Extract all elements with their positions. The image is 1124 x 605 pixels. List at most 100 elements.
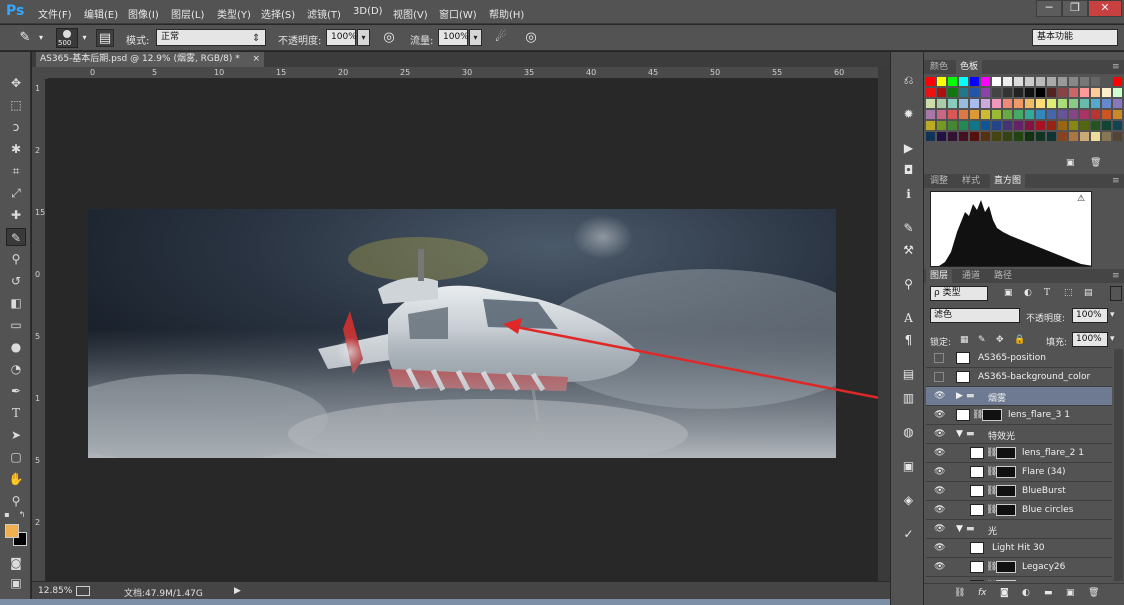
color-swatch[interactable] [970,99,979,108]
histogram-panel-menu-icon[interactable]: ≡ [1108,174,1124,188]
notes-panel-icon[interactable]: ▤ [900,366,917,383]
menu-item[interactable]: 图层(L) [171,6,204,21]
zoom-preview-icon[interactable] [76,586,90,596]
history-panel-icon[interactable]: ⎌ [900,72,917,89]
3d-panel-icon[interactable]: ◈ [900,492,917,509]
color-swatch[interactable] [1080,99,1089,108]
tab-channels[interactable]: 通道 [958,269,984,283]
color-swatch[interactable] [1091,99,1100,108]
zoom-tool-icon[interactable]: ⚲ [6,492,26,510]
swatch-panel-menu-icon[interactable]: ≡ [1108,60,1124,74]
layer-visibility-eye-icon[interactable]: 👁 [934,524,946,534]
close-window-button[interactable]: ✕ [1088,0,1122,17]
layer-opacity-input[interactable]: 100% [1072,308,1108,323]
filter-toggle[interactable] [1110,286,1122,301]
color-swatch[interactable] [970,121,979,130]
layer-visibility-eye-icon[interactable]: 👁 [934,410,946,420]
color-swatch[interactable] [1102,99,1111,108]
tab-histogram[interactable]: 直方图 [990,174,1026,188]
color-swatch[interactable] [948,77,957,86]
layer-visibility-eye-icon[interactable]: 👁 [934,486,946,496]
blur-tool-icon[interactable]: ● [6,338,26,356]
menu-item[interactable]: 编辑(E) [84,6,118,21]
color-swatch[interactable] [1003,88,1012,97]
color-swatch[interactable] [959,121,968,130]
color-swatch[interactable] [948,99,957,108]
minimize-button[interactable]: ─ [1036,0,1062,17]
layer-visibility-eye-icon[interactable] [934,353,944,363]
airbrush-icon[interactable]: ☄ [492,29,510,47]
layer-row[interactable]: AS365-background_color [926,368,1112,387]
color-swatch[interactable] [1091,121,1100,130]
layer-mask-thumbnail[interactable] [996,504,1016,516]
color-swatch[interactable] [1014,121,1023,130]
workspace-select[interactable]: 基本功能 [1032,29,1118,46]
layer-row[interactable]: 👁 ⛓ Legacy26 [926,558,1112,577]
dodge-tool-icon[interactable]: ◔ [6,360,26,378]
crop-tool-icon[interactable]: ⌗ [6,162,26,180]
color-swatch[interactable] [1091,88,1100,97]
color-swatch[interactable] [1069,88,1078,97]
add-mask-icon[interactable]: ◙ [1000,588,1009,598]
eraser-tool-icon[interactable]: ◧ [6,294,26,312]
layer-mask-thumbnail[interactable] [996,466,1016,478]
fill-input[interactable]: 100% [1072,332,1108,347]
color-swatch[interactable] [1025,77,1034,86]
layer-visibility-eye-icon[interactable]: 👁 [934,429,946,439]
color-swatch[interactable] [926,77,935,86]
color-swatch[interactable] [992,121,1001,130]
brush-preset-dropdown[interactable]: ▾ [80,29,89,47]
layer-visibility-eye-icon[interactable]: 👁 [934,562,946,572]
color-swatch[interactable] [1058,88,1067,97]
color-swatch[interactable] [937,132,946,141]
color-swatch[interactable] [1036,77,1045,86]
color-swatch[interactable] [937,77,946,86]
layer-visibility-eye-icon[interactable]: 👁 [934,391,946,401]
color-swatch[interactable] [1080,88,1089,97]
brush-tool-icon[interactable]: ✎ [16,29,34,47]
color-swatch[interactable] [1080,77,1089,86]
color-swatch[interactable] [1058,77,1067,86]
color-swatch[interactable] [937,121,946,130]
layer-mask-thumbnail[interactable] [996,447,1016,459]
flow-input[interactable]: 100% [438,29,469,46]
fx-icon[interactable]: fx [978,588,987,598]
delete-layer-icon[interactable]: 🗑 [1088,588,1099,598]
color-swatch[interactable] [926,99,935,108]
brush-presets-panel-icon[interactable]: ✎ [900,220,917,237]
swap-colors-icon[interactable]: ↰ [17,510,27,520]
link-layers-icon[interactable]: ⛓ [954,588,965,598]
menu-item[interactable]: 3D(D) [353,6,383,17]
close-document-icon[interactable]: × [252,52,260,67]
color-swatch[interactable] [1080,110,1089,119]
color-swatch[interactable] [1025,88,1034,97]
tab-styles[interactable]: 样式 [958,174,984,188]
color-swatch[interactable] [1003,110,1012,119]
path-selection-tool-icon[interactable]: ➤ [6,426,26,444]
filter-type-icon[interactable]: T [1044,288,1050,298]
color-swatch[interactable] [992,110,1001,119]
color-swatch[interactable] [1014,132,1023,141]
new-group-icon[interactable]: ▬ [1044,588,1053,598]
color-swatch[interactable] [1036,99,1045,108]
color-swatch[interactable] [1091,132,1100,141]
hand-tool-icon[interactable]: ✋ [6,470,26,488]
color-swatch[interactable] [1014,99,1023,108]
color-swatch[interactable] [992,99,1001,108]
gradient-tool-icon[interactable]: ▭ [6,316,26,334]
color-swatch[interactable] [1036,88,1045,97]
color-swatch[interactable] [1102,77,1111,86]
color-swatch[interactable] [1003,121,1012,130]
color-swatch[interactable] [959,77,968,86]
ruler-origin[interactable] [32,67,48,79]
color-swatch[interactable] [937,99,946,108]
measurement-panel-icon[interactable]: ✓ [900,526,917,543]
color-swatch[interactable] [1047,121,1056,130]
color-swatch[interactable] [1113,121,1122,130]
layer-row[interactable]: 👁 ⛓ lens_flare_3 1 [926,406,1112,425]
character-panel-icon[interactable]: ◘ [900,162,917,179]
color-swatch[interactable] [948,132,957,141]
type-panel-icon[interactable]: A [900,310,917,327]
delete-swatch-icon[interactable]: 🗑 [1090,158,1101,168]
color-swatch[interactable] [1047,88,1056,97]
